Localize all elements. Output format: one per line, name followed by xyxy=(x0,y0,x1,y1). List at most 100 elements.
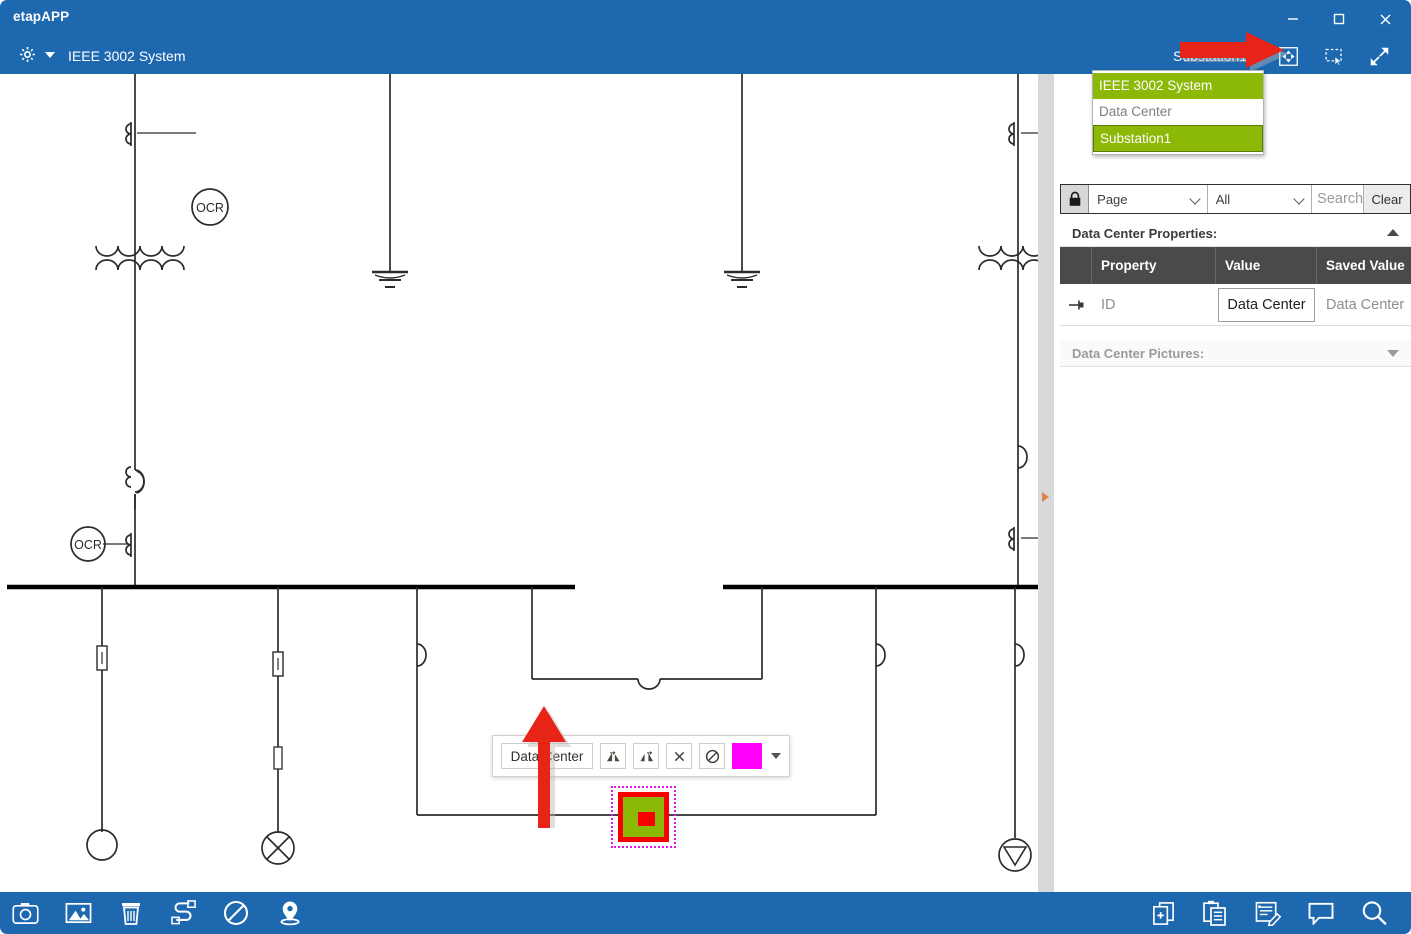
minimize-icon xyxy=(1288,18,1298,20)
scope-select[interactable]: Page xyxy=(1089,185,1208,213)
column-header-value: Value xyxy=(1216,247,1317,284)
dropdown-item-ieee-3002-system[interactable]: IEEE 3002 System xyxy=(1093,73,1263,99)
flip-vertical-button[interactable] xyxy=(633,743,659,769)
transformer-right-winding-1 xyxy=(978,245,1038,257)
substation-dropdown-menu: IEEE 3002 System Data Center Substation1 xyxy=(1092,70,1264,155)
application-window: etapAPP IEEE 3002 System OCR OCR Data Ce… xyxy=(0,0,1411,934)
bottom-toolbar: OLV GIS xyxy=(0,892,1411,934)
chevron-down-icon[interactable] xyxy=(771,753,781,759)
insert-picture-button[interactable] xyxy=(57,898,99,928)
splitter-expand-arrow-icon[interactable] xyxy=(1042,492,1049,502)
clipboard-icon xyxy=(1203,900,1226,926)
chevron-down-icon xyxy=(45,51,55,58)
flip-vertical-icon xyxy=(639,750,653,761)
properties-table: Property Value Saved Value ID Data Cente… xyxy=(1060,247,1411,326)
data-center-zone-element[interactable] xyxy=(611,786,676,848)
route-path-icon xyxy=(170,900,196,925)
close-icon xyxy=(1380,14,1390,24)
pictures-section-header[interactable]: Data Center Pictures: xyxy=(1060,340,1411,367)
lock-toggle-button[interactable] xyxy=(1061,185,1090,213)
pictures-section-title: Data Center Pictures: xyxy=(1072,345,1205,361)
maximize-button[interactable] xyxy=(1316,0,1362,38)
fuse-motor-lower xyxy=(273,746,283,770)
app-title: etapAPP xyxy=(13,9,70,24)
column-header-property: Property xyxy=(1092,247,1216,284)
triangle-down-icon xyxy=(1387,350,1399,357)
settings-menu-button[interactable] xyxy=(18,45,55,64)
pin-row-icon xyxy=(1069,300,1084,309)
bustie-breaker xyxy=(637,678,661,690)
prohibition-icon xyxy=(223,900,249,926)
comment-icon xyxy=(1308,902,1334,925)
circuit-breaker-tie-right xyxy=(875,643,886,667)
clear-button[interactable]: Clear xyxy=(1363,185,1410,213)
edit-notes-icon xyxy=(1255,901,1281,926)
transformer-left-winding-1 xyxy=(95,245,185,257)
zone-color-swatch[interactable] xyxy=(732,743,762,769)
zone-center-marker xyxy=(638,812,655,826)
add-page-icon xyxy=(1152,901,1174,925)
lock-icon xyxy=(1069,191,1080,206)
rubber-band-select-icon xyxy=(1325,48,1344,66)
value-input[interactable]: Data Center xyxy=(1218,287,1315,322)
map-pin-icon xyxy=(280,901,300,926)
column-header-marker xyxy=(1060,247,1092,284)
disable-button[interactable] xyxy=(215,898,257,928)
prohibition-icon xyxy=(705,749,719,763)
relay-label-ocr-1: OCR xyxy=(196,201,224,215)
comment-button[interactable] xyxy=(1300,898,1342,928)
transformer-left-winding-2 xyxy=(95,259,185,271)
type-select-value: All xyxy=(1215,191,1231,207)
cell-property-name: ID xyxy=(1101,296,1116,313)
close-icon xyxy=(674,751,684,761)
cell-value[interactable]: Data Center xyxy=(1216,284,1317,325)
properties-panel: Page All Search Clear Data Center Proper… xyxy=(1054,74,1411,892)
camera-icon xyxy=(11,902,39,924)
circuit-breaker-tie-left xyxy=(416,643,427,667)
scope-select-value: Page xyxy=(1097,191,1128,207)
search-icon xyxy=(1362,901,1387,925)
circuit-breaker-right-upper xyxy=(1017,445,1028,469)
delete-button[interactable] xyxy=(110,898,152,928)
gear-icon xyxy=(20,47,35,62)
maximize-icon xyxy=(1333,13,1345,25)
cell-saved-value: Data Center xyxy=(1326,296,1405,313)
row-marker-cell xyxy=(1060,284,1092,325)
flip-horizontal-button[interactable] xyxy=(600,743,626,769)
search-button[interactable] xyxy=(1353,898,1395,928)
trash-icon xyxy=(122,902,140,925)
edit-notes-button[interactable] xyxy=(1247,898,1289,928)
full-screen-button[interactable] xyxy=(1364,42,1394,70)
image-icon xyxy=(65,902,91,924)
triangle-up-icon xyxy=(1387,229,1399,236)
properties-table-header: Property Value Saved Value xyxy=(1060,247,1411,284)
flip-horizontal-icon xyxy=(606,750,620,761)
dropdown-item-substation1[interactable]: Substation1 xyxy=(1093,125,1263,152)
new-page-button[interactable] xyxy=(1142,898,1184,928)
full-screen-icon xyxy=(1370,47,1388,65)
chevron-down-icon xyxy=(1293,193,1305,205)
property-filter-bar: Page All Search Clear xyxy=(1060,184,1411,214)
no-entry-button[interactable] xyxy=(699,743,725,769)
type-select[interactable]: All xyxy=(1208,185,1313,213)
search-input[interactable]: Search xyxy=(1312,185,1363,213)
circuit-breaker-static-load xyxy=(1014,643,1025,667)
transformer-right-winding-2 xyxy=(978,259,1038,271)
location-button[interactable] xyxy=(269,898,311,928)
callout-arrow-zone xyxy=(522,706,571,828)
table-row[interactable]: ID Data Center Data Center xyxy=(1060,284,1411,326)
project-name-label: IEEE 3002 System xyxy=(68,48,186,64)
relay-label-ocr-2: OCR xyxy=(74,538,102,552)
paste-button[interactable] xyxy=(1194,898,1236,928)
column-header-saved-value: Saved Value xyxy=(1317,247,1411,284)
generator-symbol xyxy=(86,829,118,861)
close-window-button[interactable] xyxy=(1362,0,1408,38)
route-button[interactable] xyxy=(162,898,204,928)
properties-section-header[interactable]: Data Center Properties: xyxy=(1060,220,1411,247)
chevron-down-icon xyxy=(1189,193,1201,205)
close-element-button[interactable] xyxy=(666,743,692,769)
panel-splitter[interactable] xyxy=(1038,74,1054,892)
area-select-button[interactable] xyxy=(1319,42,1349,70)
dropdown-item-data-center[interactable]: Data Center xyxy=(1093,99,1263,125)
snapshot-button[interactable] xyxy=(4,898,46,928)
